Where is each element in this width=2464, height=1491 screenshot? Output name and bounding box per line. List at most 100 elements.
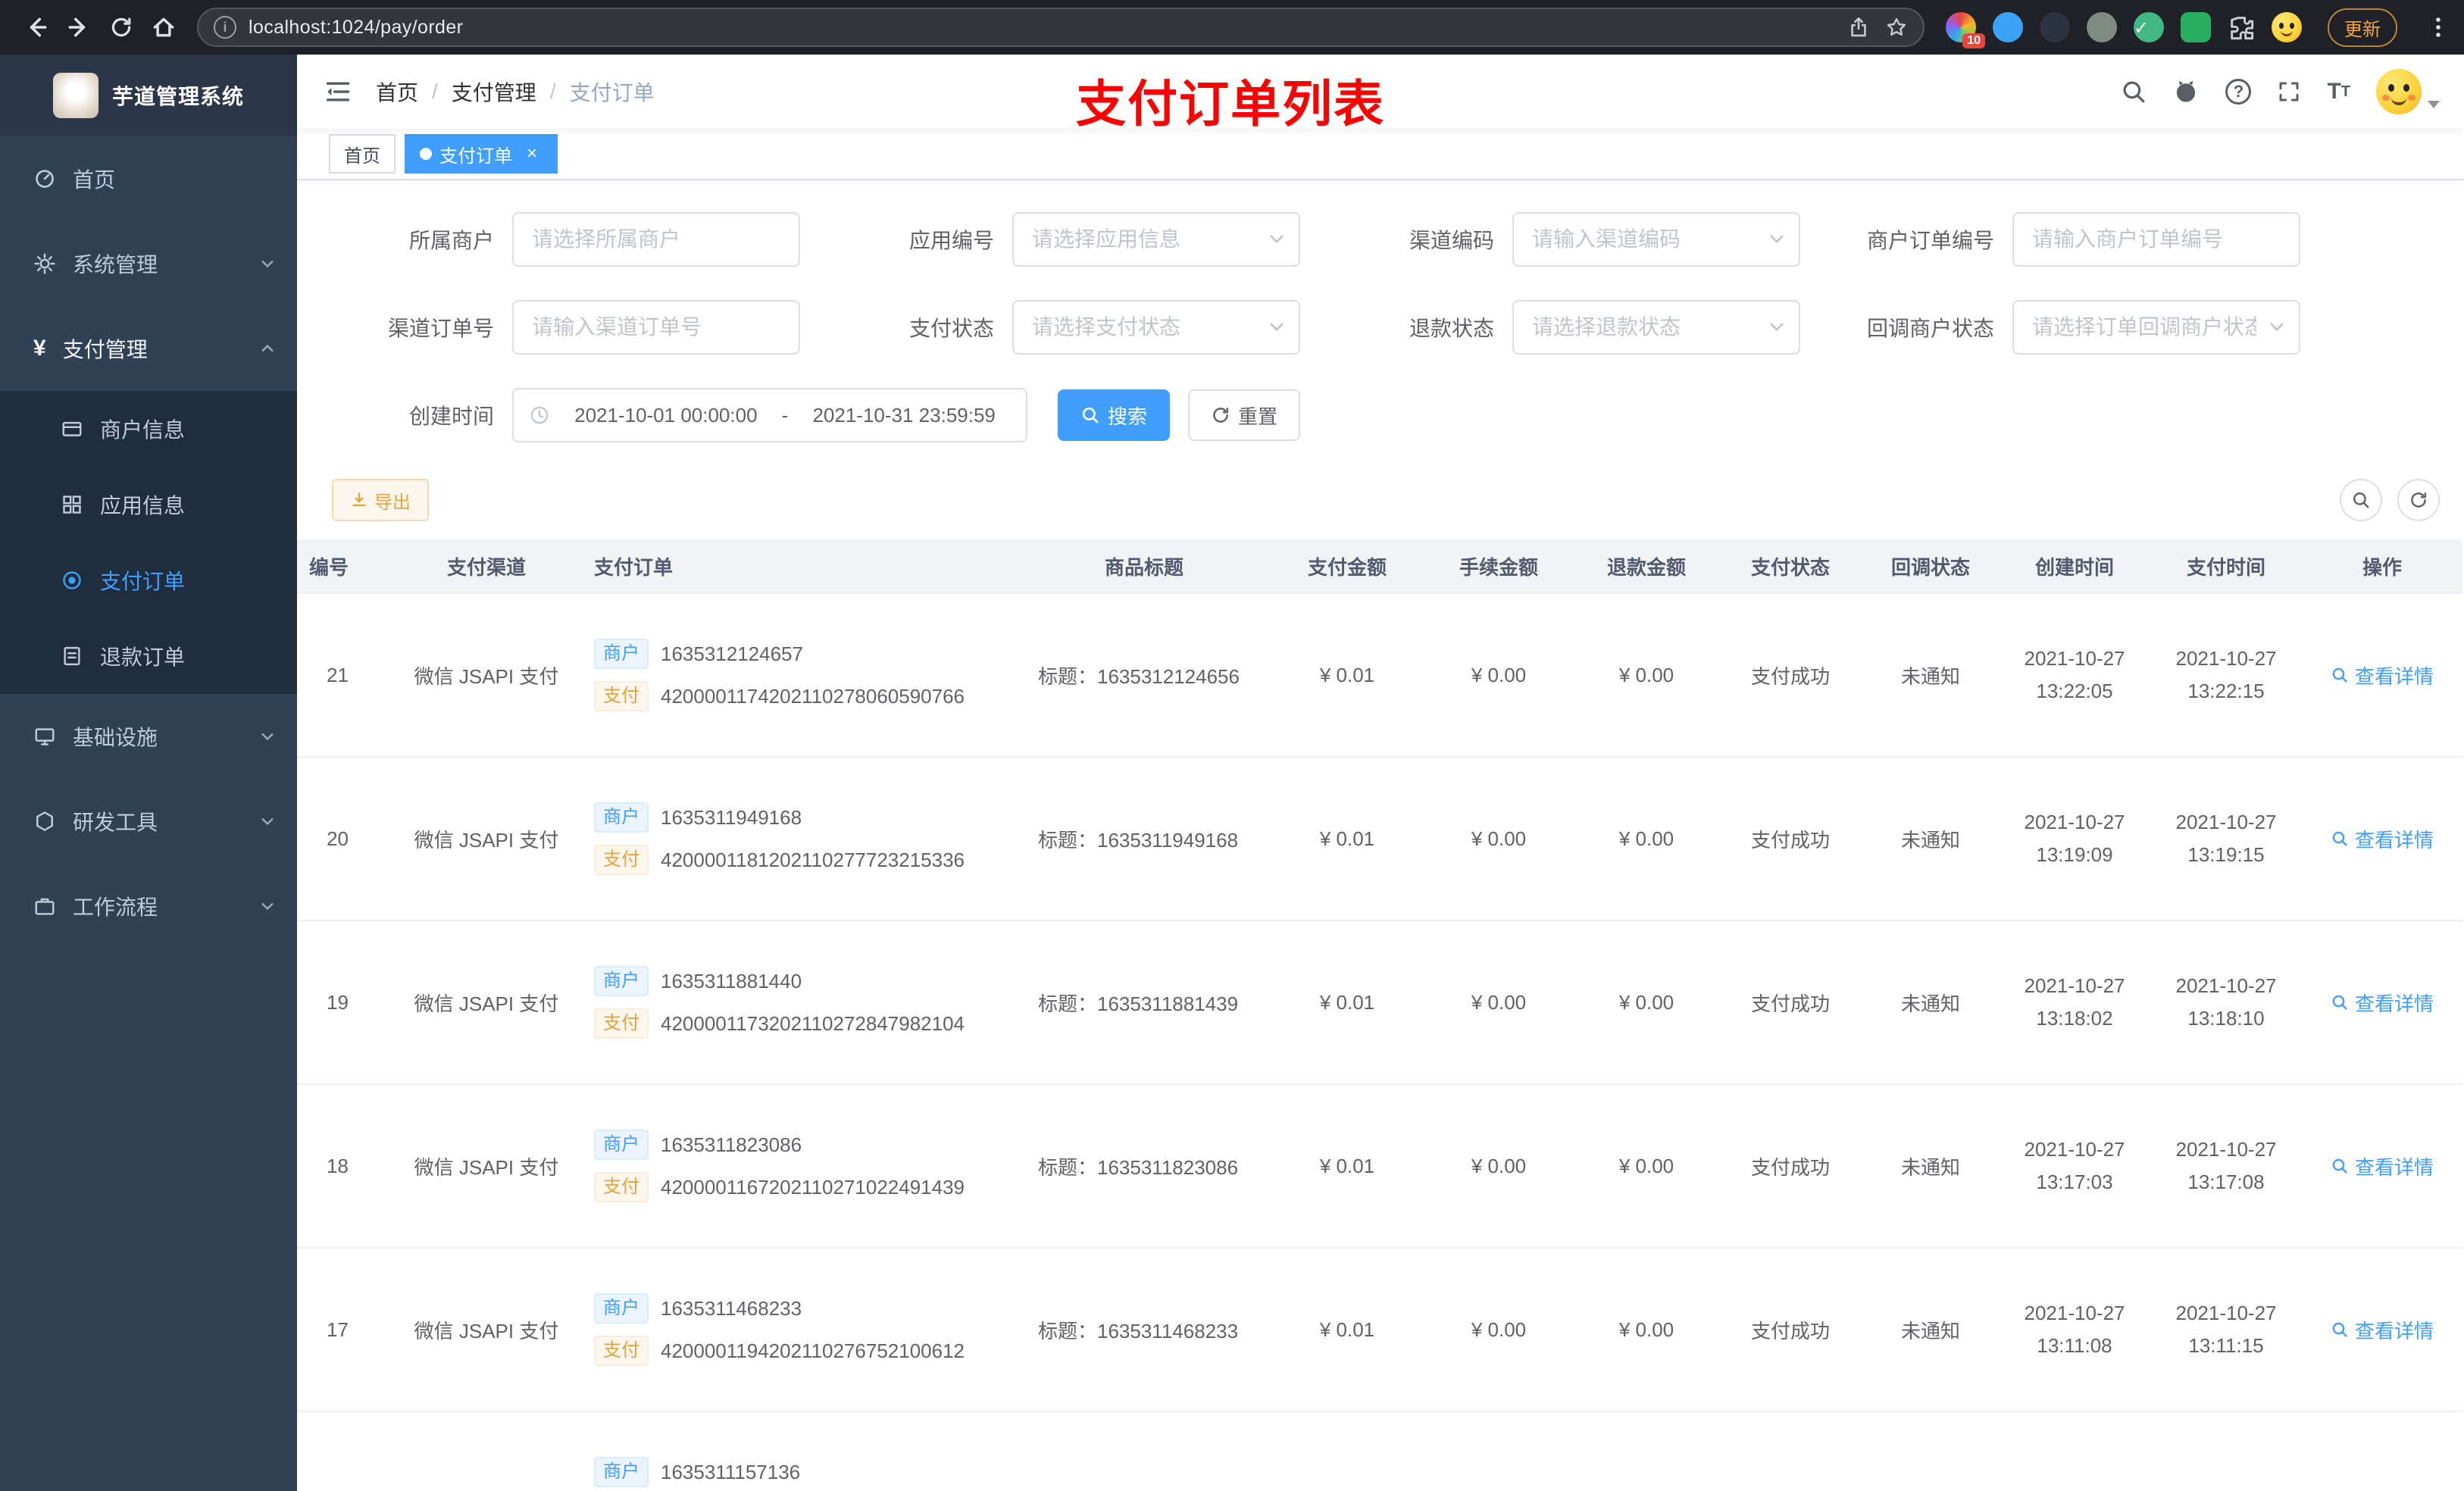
cell-amount: ¥ 0.01 bbox=[1319, 990, 1375, 1014]
cell-id: 18 bbox=[327, 1154, 349, 1177]
bookmark-star-icon[interactable] bbox=[1885, 16, 1908, 39]
create-time-range-picker[interactable]: 2021-10-01 00:00:00 - 2021-10-31 23:59:5… bbox=[512, 388, 1027, 442]
export-button[interactable]: 导出 bbox=[332, 479, 429, 521]
view-detail-link[interactable]: 查看详情 bbox=[2331, 1316, 2434, 1344]
help-icon[interactable]: ? bbox=[2225, 79, 2252, 105]
breadcrumb-payment[interactable]: 支付管理 bbox=[452, 77, 536, 107]
pay-status-select[interactable] bbox=[1012, 300, 1300, 355]
merchant-order-no: 1635311157136 bbox=[661, 1460, 801, 1483]
reset-button[interactable]: 重置 bbox=[1188, 389, 1301, 441]
cell-amount: ¥ 0.01 bbox=[1319, 1154, 1375, 1177]
browser-forward-button[interactable] bbox=[58, 6, 100, 48]
url-text[interactable]: localhost:1024/pay/order bbox=[249, 17, 1847, 39]
share-icon[interactable] bbox=[1847, 16, 1870, 39]
browser-toolbar: i localhost:1024/pay/order 10 ✓ 更新 bbox=[0, 0, 2464, 55]
yen-icon: ¥ bbox=[33, 336, 46, 361]
app-select[interactable] bbox=[1012, 212, 1300, 267]
browser-home-button[interactable] bbox=[142, 6, 185, 48]
breadcrumb-home[interactable]: 首页 bbox=[376, 77, 418, 107]
cell-notify: 未通知 bbox=[1900, 1155, 1960, 1179]
cell-actions: 查看详情 bbox=[2302, 1152, 2462, 1180]
cell-status: 支付成功 bbox=[1750, 828, 1830, 852]
chevron-down-icon bbox=[259, 898, 276, 914]
cell-pay-time: 2021-10-27 13:11:15 bbox=[2175, 1302, 2277, 1357]
view-detail-link[interactable]: 查看详情 bbox=[2331, 989, 2434, 1017]
date-end[interactable]: 2021-10-31 23:59:59 bbox=[797, 404, 1011, 427]
sidebar-item-workflow[interactable]: 工作流程 bbox=[0, 864, 297, 949]
extensions-puzzle-icon[interactable] bbox=[2228, 14, 2255, 41]
browser-menu-icon[interactable] bbox=[2426, 15, 2450, 39]
sidebar-item-system[interactable]: 系统管理 bbox=[0, 221, 297, 306]
create-time-label: 创建时间 bbox=[408, 405, 494, 428]
table-header: 编号 支付渠道 支付订单 商品标题 支付金额 手续金额 退款金额 支付状态 回调… bbox=[297, 539, 2462, 594]
font-size-icon[interactable]: TT bbox=[2327, 80, 2350, 103]
merchant-tag: 商户 bbox=[594, 1293, 649, 1324]
table-row: 20 微信 JSAPI 支付 商户 1635311949168 支付 4200001… bbox=[297, 758, 2462, 921]
pay-tag: 支付 bbox=[594, 681, 649, 711]
tab-home[interactable]: 首页 bbox=[329, 134, 396, 173]
channel-order-no-input[interactable] bbox=[512, 300, 800, 355]
merchant-tag: 商户 bbox=[594, 966, 649, 996]
merchant-order-no-input[interactable] bbox=[2012, 212, 2300, 267]
tab-pay-order[interactable]: 支付订单 × bbox=[405, 134, 558, 173]
sidebar-item-infra[interactable]: 基础设施 bbox=[0, 694, 297, 779]
merchant-tag: 商户 bbox=[594, 1130, 649, 1160]
clock-icon bbox=[529, 405, 550, 426]
view-detail-link[interactable]: 查看详情 bbox=[2331, 825, 2434, 853]
merchant-tag: 商户 bbox=[594, 639, 649, 669]
sidebar: 芋道管理系统 首页 系统管理 ¥ 支付管理 商户信息 应用信息 支付订单 退款订… bbox=[0, 55, 297, 1491]
extension-colorwheel-icon[interactable]: 10 bbox=[1946, 12, 1985, 48]
notify-status-select[interactable] bbox=[2012, 300, 2300, 355]
view-detail-link[interactable]: 查看详情 bbox=[2331, 1152, 2434, 1180]
refund-status-select[interactable] bbox=[1512, 300, 1800, 355]
sidebar-item-devtools[interactable]: 研发工具 bbox=[0, 779, 297, 864]
app-logo[interactable]: 芋道管理系统 bbox=[0, 55, 297, 136]
cell-id: 20 bbox=[327, 827, 349, 850]
extension-chat-icon[interactable] bbox=[2181, 12, 2211, 42]
sidebar-item-refund-order[interactable]: 退款订单 bbox=[0, 618, 297, 694]
close-icon[interactable]: × bbox=[521, 143, 543, 164]
sidebar-item-pay-order[interactable]: 支付订单 bbox=[0, 542, 297, 618]
site-info-icon[interactable]: i bbox=[214, 16, 236, 39]
extension-grey-icon[interactable] bbox=[2087, 12, 2117, 42]
channel-code-label: 渠道编码 bbox=[1409, 229, 1494, 252]
active-dot bbox=[420, 148, 432, 160]
date-start[interactable]: 2021-10-01 00:00:00 bbox=[559, 404, 773, 427]
sidebar-item-merchant-info[interactable]: 商户信息 bbox=[0, 391, 297, 467]
user-menu[interactable] bbox=[2376, 69, 2440, 114]
view-detail-link[interactable]: 查看详情 bbox=[2331, 661, 2434, 689]
browser-profile-avatar[interactable] bbox=[2272, 12, 2302, 42]
sidebar-item-app-info[interactable]: 应用信息 bbox=[0, 467, 297, 542]
cell-order: 商户 1635312124657 支付 4200001174202110278060… bbox=[570, 633, 1017, 717]
browser-update-button[interactable]: 更新 bbox=[2328, 8, 2397, 47]
extension-dark-icon[interactable] bbox=[2040, 12, 2070, 42]
sidebar-toggle-icon[interactable] bbox=[318, 72, 358, 111]
address-bar[interactable]: i localhost:1024/pay/order bbox=[197, 8, 1925, 47]
search-button[interactable]: 搜索 bbox=[1058, 389, 1171, 441]
app-navbar: 首页 / 支付管理 / 支付订单 支付订单列表 ? TT bbox=[297, 55, 2464, 132]
sidebar-item-payment[interactable]: ¥ 支付管理 bbox=[0, 306, 297, 391]
channel-code-select[interactable] bbox=[1512, 212, 1800, 267]
cell-status: 支付成功 bbox=[1750, 1155, 1830, 1179]
cell-refund: ¥ 0.00 bbox=[1618, 1154, 1674, 1177]
cell-title: 标题：1635312124656 bbox=[1038, 664, 1240, 688]
browser-reload-button[interactable] bbox=[100, 6, 142, 48]
fullscreen-icon[interactable] bbox=[2277, 80, 2301, 104]
vue-devtools-icon[interactable]: ✓ bbox=[2134, 12, 2164, 42]
chevron-down-icon bbox=[259, 728, 276, 745]
github-icon[interactable] bbox=[2172, 78, 2200, 105]
toggle-search-button[interactable] bbox=[2340, 479, 2382, 521]
orders-table: 编号 支付渠道 支付订单 商品标题 支付金额 手续金额 退款金额 支付状态 回调… bbox=[297, 539, 2462, 1491]
sidebar-item-home[interactable]: 首页 bbox=[0, 136, 297, 221]
document-icon bbox=[61, 645, 83, 667]
cell-title: 标题：1635311468233 bbox=[1038, 1319, 1239, 1343]
merchant-input[interactable] bbox=[512, 212, 800, 267]
browser-back-button[interactable] bbox=[15, 6, 58, 48]
merchant-order-no: 1635311949168 bbox=[661, 805, 802, 829]
cell-id: 21 bbox=[327, 663, 349, 686]
refund-status-label: 退款状态 bbox=[1409, 317, 1494, 340]
refresh-button[interactable] bbox=[2397, 479, 2440, 521]
cell-order: 商户1635311157136 支付 bbox=[570, 1451, 1017, 1491]
search-icon[interactable] bbox=[2121, 79, 2147, 105]
extension-blue-icon[interactable] bbox=[1993, 12, 2023, 42]
